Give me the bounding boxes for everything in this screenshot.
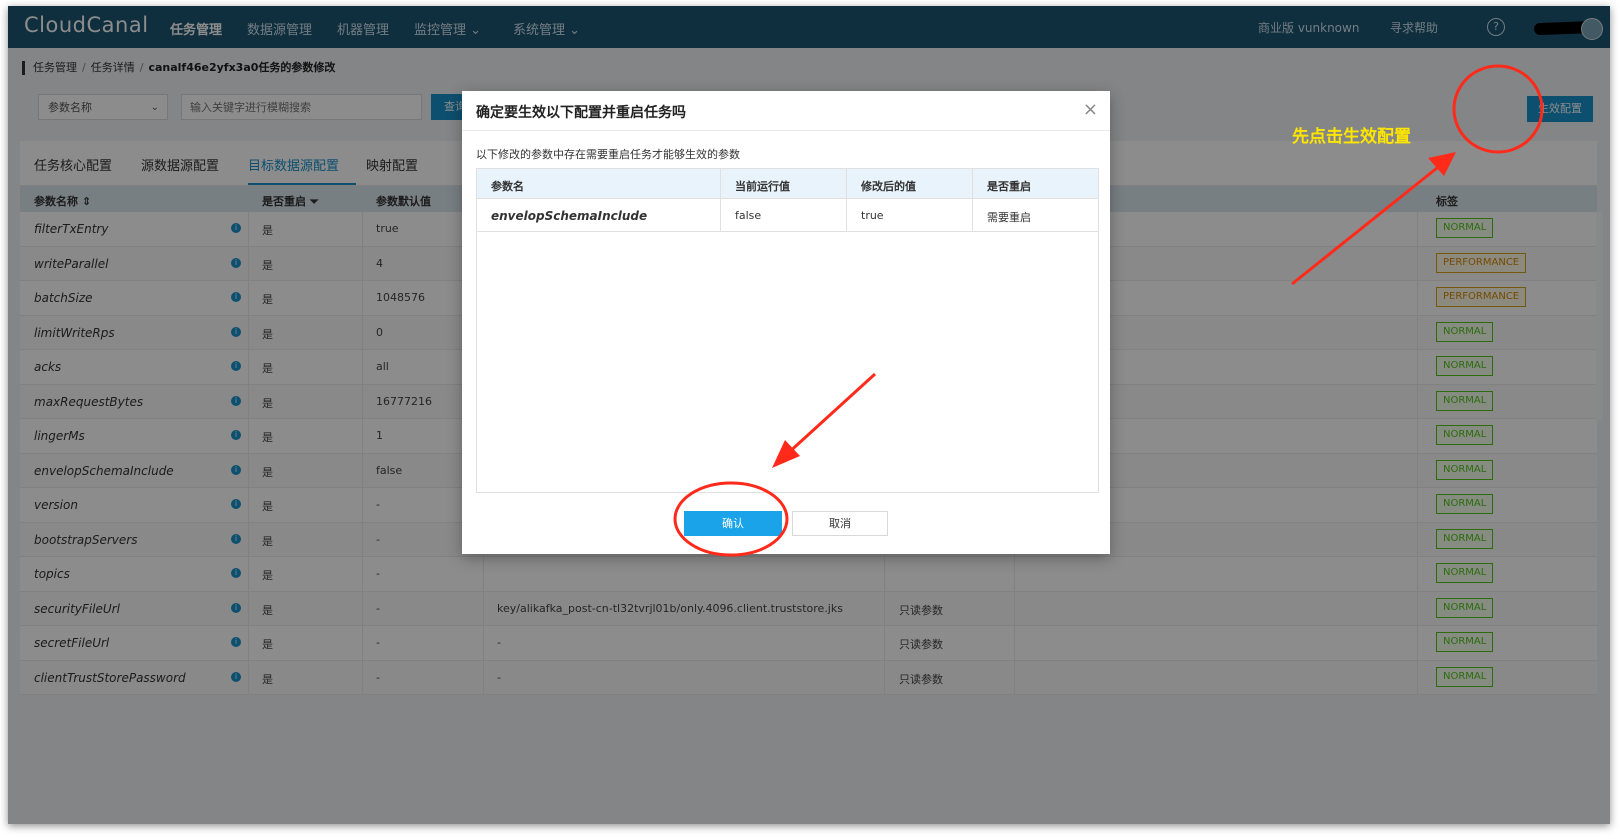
annotation-overlay [673,64,1544,557]
annotation-arrow-apply [1291,162,1443,286]
annotation-arrow-confirm [784,372,877,457]
annotation-circle-apply [1452,64,1544,154]
annotation-circle-confirm [673,481,789,557]
app-window: CloudCanal 任务管理 数据源管理 机器管理 监控管理 ⌄ 系统管理 ⌄… [8,6,1610,824]
